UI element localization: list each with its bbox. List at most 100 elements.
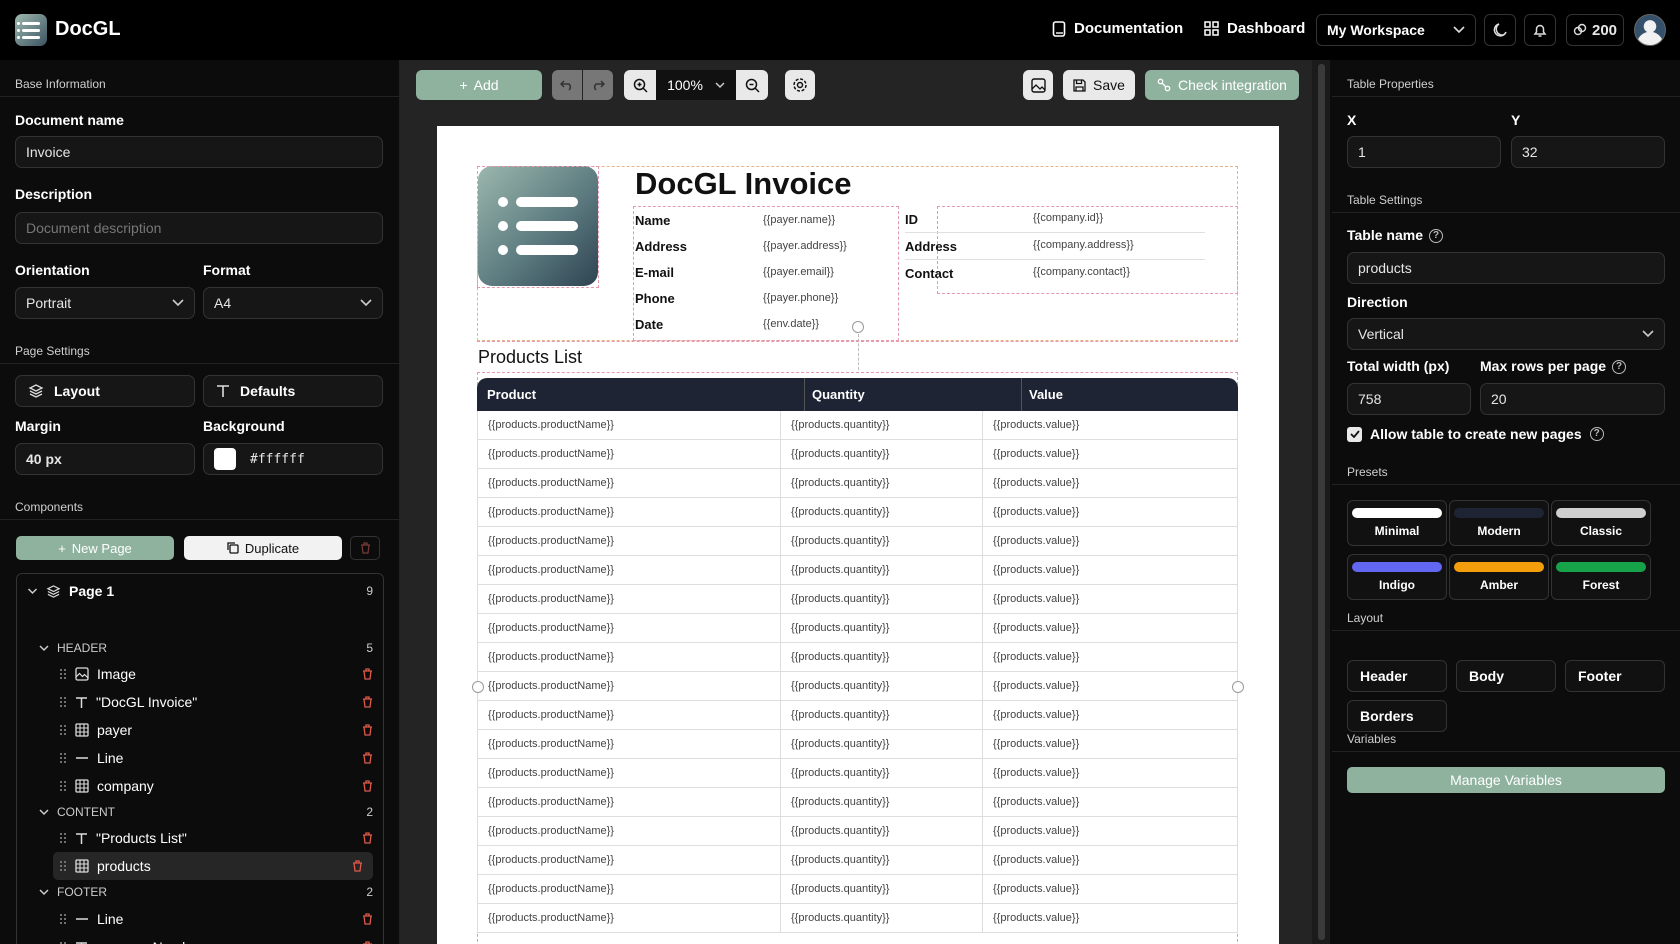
delete-item-button[interactable] [362,913,373,925]
preset-classic[interactable]: Classic [1551,500,1651,546]
table-row[interactable]: {{products.productName}} {{products.quant… [477,701,1238,730]
drag-handle-icon[interactable] [59,780,67,792]
layout-body-button[interactable]: Body [1456,660,1556,692]
total-width-input[interactable]: 758 [1347,383,1471,415]
zoom-in-button[interactable] [624,70,656,100]
table-row[interactable]: {{products.productName}} {{products.quant… [477,904,1238,933]
table-row[interactable]: {{products.productName}} {{products.quant… [477,614,1238,643]
help-icon[interactable]: ? [1589,427,1604,441]
notifications-button[interactable] [1524,14,1556,46]
preset-forest[interactable]: Forest [1551,554,1651,600]
defaults-button[interactable]: Defaults [203,375,383,407]
invoice-title[interactable]: DocGL Invoice [635,166,852,202]
drag-handle-icon[interactable] [59,724,67,736]
drag-handle-icon[interactable] [59,860,67,872]
scrollbar-thumb[interactable] [1318,64,1325,940]
tree-item[interactable]: payer [17,716,383,744]
layout-header-button[interactable]: Header [1347,660,1447,692]
drag-handle-icon[interactable] [59,913,67,925]
table-row[interactable]: {{products.productName}} {{products.quant… [477,759,1238,788]
preset-minimal[interactable]: Minimal [1347,500,1447,546]
products-table[interactable]: Product Quantity Value {{products.produc… [477,378,1238,933]
tree-group-footer[interactable]: FOOTER 2 [17,880,383,904]
zoom-select[interactable]: 100% [656,70,736,100]
drag-handle-icon[interactable] [59,696,67,708]
x-input[interactable]: 1 [1347,136,1501,168]
products-list-title[interactable]: Products List [478,347,582,368]
description-input[interactable]: Document description [15,212,383,244]
user-avatar[interactable] [1634,14,1666,46]
help-icon[interactable]: ? [1612,360,1627,375]
save-button[interactable]: Save [1063,70,1135,100]
resize-handle-right[interactable] [1232,681,1244,693]
table-row[interactable]: {{products.productName}} {{products.quant… [477,527,1238,556]
table-row[interactable]: {{products.productName}} {{products.quant… [477,730,1238,759]
table-row[interactable]: {{products.productName}} {{products.quant… [477,411,1238,440]
check-integration-button[interactable]: Check integration [1145,70,1299,100]
table-row[interactable]: {{products.productName}} {{products.quant… [477,672,1238,701]
tree-item[interactable]: "DocGL Invoice" [17,688,383,716]
table-row[interactable]: {{products.productName}} {{products.quant… [477,440,1238,469]
tree-item[interactable]: Image [17,660,383,688]
document-page[interactable]: DocGL Invoice Products List Product Quan… [437,126,1279,944]
tree-item[interactable]: "Products List" [17,824,383,852]
table-row[interactable]: {{products.productName}} {{products.quant… [477,643,1238,672]
documentation-link[interactable]: Documentation [1052,20,1183,37]
tree-item[interactable]: env.pageNumber [17,933,383,944]
table-row[interactable]: {{products.productName}} {{products.quant… [477,585,1238,614]
drag-handle-icon[interactable] [59,752,67,764]
color-swatch[interactable] [214,448,236,470]
dashboard-link[interactable]: Dashboard [1204,20,1305,37]
tree-item[interactable]: company [17,772,383,800]
redo-button[interactable] [583,70,613,100]
duplicate-button[interactable]: Duplicate [184,536,342,560]
preset-modern[interactable]: Modern [1449,500,1549,546]
y-input[interactable]: 32 [1511,136,1665,168]
table-row[interactable]: {{products.productName}} {{products.quant… [477,788,1238,817]
app-name[interactable]: DocGL [55,18,121,41]
margin-input[interactable]: 40 px [15,443,195,475]
preset-indigo[interactable]: Indigo [1347,554,1447,600]
allow-new-pages-checkbox[interactable] [1347,426,1362,442]
delete-item-button[interactable] [362,724,373,736]
direction-select[interactable]: Vertical [1347,318,1665,350]
undo-button[interactable] [552,70,582,100]
tree-group-content[interactable]: CONTENT 2 [17,800,383,824]
drag-handle-icon[interactable] [59,668,67,680]
preview-button[interactable] [1023,70,1053,100]
delete-item-button[interactable] [362,752,373,764]
tree-item[interactable]: Line [17,744,383,772]
table-row[interactable]: {{products.productName}} {{products.quant… [477,875,1238,904]
delete-page-button[interactable] [350,536,380,560]
new-page-button[interactable]: + New Page [16,536,174,560]
preset-amber[interactable]: Amber [1449,554,1549,600]
table-row[interactable]: {{products.productName}} {{products.quant… [477,817,1238,846]
format-select[interactable]: A4 [203,287,383,319]
table-row[interactable]: {{products.productName}} {{products.quant… [477,556,1238,585]
background-input[interactable]: #ffffff [203,443,383,475]
add-button[interactable]: + Add [416,70,542,100]
help-icon[interactable]: ? [1429,229,1443,244]
delete-item-button[interactable] [362,780,373,792]
tree-item[interactable]: products [53,852,373,880]
layout-button[interactable]: Layout [15,375,195,407]
orientation-select[interactable]: Portrait [15,287,195,319]
delete-item-button[interactable] [362,668,373,680]
max-rows-input[interactable]: 20 [1480,383,1665,415]
tree-page-1[interactable]: Page 1 9 [17,577,383,605]
table-name-input[interactable]: products [1347,252,1665,284]
doc-name-input[interactable]: Invoice [15,136,383,168]
app-logo-icon[interactable] [15,14,47,46]
workspace-select[interactable]: My Workspace [1316,14,1476,46]
drag-handle-icon[interactable] [59,832,67,844]
resize-handle-left[interactable] [472,681,484,693]
credits-badge[interactable]: 200 [1566,14,1624,46]
table-row[interactable]: {{products.productName}} {{products.quant… [477,846,1238,875]
delete-item-button[interactable] [362,696,373,708]
zoom-out-button[interactable] [736,70,768,100]
table-row[interactable]: {{products.productName}} {{products.quant… [477,498,1238,527]
manage-variables-button[interactable]: Manage Variables [1347,767,1665,793]
table-row[interactable]: {{products.productName}} {{products.quant… [477,469,1238,498]
layout-footer-button[interactable]: Footer [1565,660,1665,692]
delete-item-button[interactable] [352,860,363,872]
